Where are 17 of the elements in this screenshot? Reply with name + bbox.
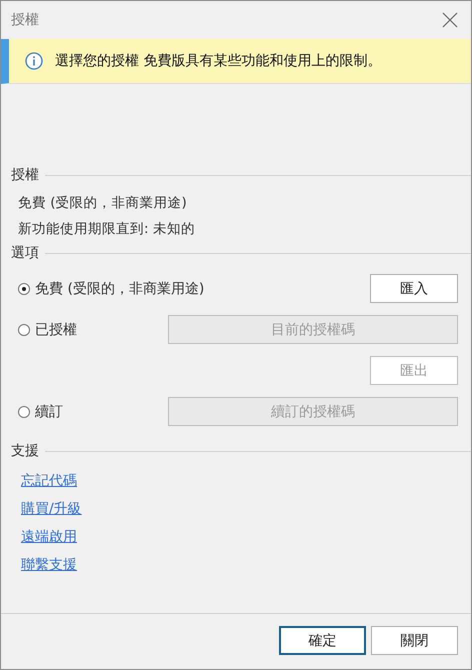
action-button[interactable]: 匯入 — [370, 274, 458, 303]
support-link[interactable]: 忘記代碼 — [21, 472, 77, 490]
support-link[interactable]: 遠端啟用 — [21, 528, 77, 546]
support-link[interactable]: 購買/升級 — [21, 500, 82, 518]
support-link[interactable]: 聯繫支援 — [21, 556, 77, 574]
section-heading: 選項 — [11, 244, 39, 262]
radio-label[interactable]: 已授權 — [35, 320, 77, 338]
license-info: 新功能使用期限直到: 未知的 — [18, 220, 196, 238]
section-heading: 支援 — [11, 442, 39, 460]
close-button[interactable]: 關閉 — [371, 626, 458, 655]
section-heading: 授權 — [11, 166, 39, 184]
radio-label[interactable]: 免費 (受限的，非商業用途) — [35, 280, 204, 298]
ok-button[interactable]: 確定 — [279, 626, 366, 655]
banner-message: 選擇您的授權 免費版具有某些功能和使用上的限制。 — [55, 52, 382, 70]
window-title: 授權 — [11, 11, 39, 29]
license-info: 免費 (受限的，非商業用途) — [18, 194, 188, 212]
radio-label[interactable]: 續訂 — [35, 402, 63, 420]
